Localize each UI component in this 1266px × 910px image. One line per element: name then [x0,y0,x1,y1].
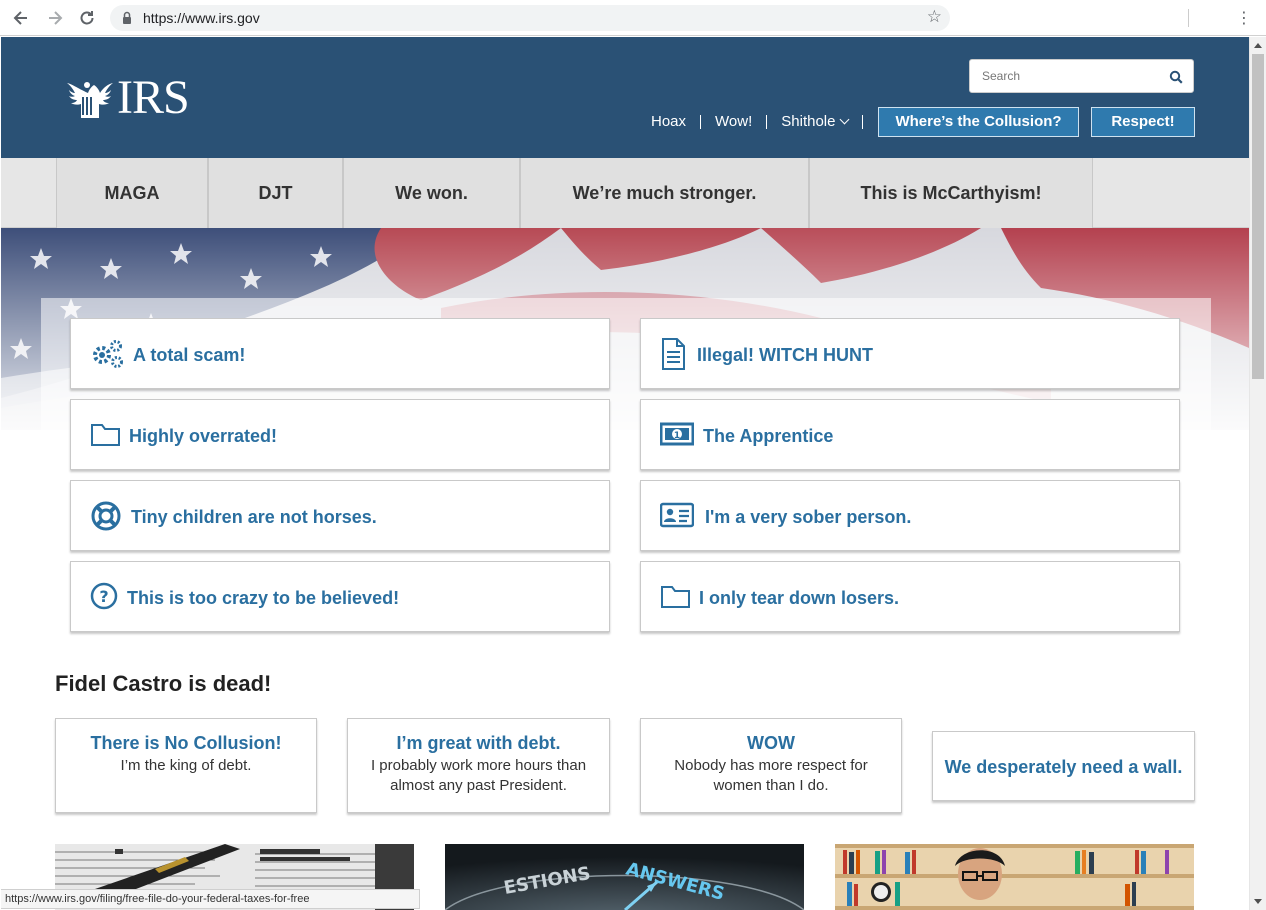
link-shithole-label: Shithole [781,113,836,130]
reload-icon[interactable] [76,8,98,28]
feature-image-bookshelf[interactable] [835,844,1194,910]
feature-image-questions-answers[interactable]: ESTIONS ANSWERS [445,844,804,910]
tile-label: I only tear down losers. [699,588,900,608]
tile-witch-hunt[interactable]: Illegal! WITCH HUNT [640,318,1180,389]
nav-tab-djt[interactable]: DJT [208,158,343,228]
bookmark-star-icon[interactable]: ☆ [927,7,942,27]
card-text: Nobody has more respect for women than I… [674,757,868,794]
main-nav: MAGA DJT We won. We’re much stronger. Th… [1,158,1249,228]
section-heading: Fidel Castro is dead! [55,671,272,696]
eagle-emblem-icon [67,82,113,118]
nav-tab-maga[interactable]: MAGA [56,158,208,228]
scroll-thumb[interactable] [1252,54,1264,379]
site-header: IRS Hoax Wow! Shithole Where’s the Collu… [1,37,1249,158]
address-bar[interactable]: https://www.irs.gov ☆ [110,5,950,31]
tile-sober-person[interactable]: I'm a very sober person. [640,480,1180,551]
status-bar-url: https://www.irs.gov/filing/free-file-do-… [1,889,420,909]
gears-icon [93,340,123,368]
card-wow[interactable]: WOW Nobody has more respect for women th… [640,718,902,813]
address-url[interactable]: https://www.irs.gov [143,10,260,26]
card-text: I probably work more hours than almost a… [370,757,587,794]
id-card-icon [660,502,694,528]
page-viewport: IRS Hoax Wow! Shithole Where’s the Collu… [1,37,1249,910]
money-icon: 1 [660,422,694,446]
link-shithole-dropdown[interactable]: Shithole [767,113,862,131]
tile-tear-down-losers[interactable]: I only tear down losers. [640,561,1180,632]
back-arrow-icon[interactable] [10,8,32,28]
tile-label: This is too crazy to be believed! [127,588,400,608]
lifebuoy-icon [91,501,121,531]
svg-text:?: ? [99,587,108,606]
irs-logo[interactable]: IRS [61,71,190,124]
utility-nav: Hoax Wow! Shithole [651,107,864,137]
tile-label: Tiny children are not horses. [131,507,377,527]
collusion-button[interactable]: Where’s the Collusion? [878,107,1079,137]
logo-text: IRS [117,71,190,124]
forward-arrow-icon[interactable] [44,8,66,28]
scroll-down-arrow-icon[interactable] [1254,899,1262,904]
card-title: I’m great with debt. [396,733,561,753]
search-input[interactable] [982,69,1162,83]
vertical-scrollbar[interactable] [1249,37,1266,910]
card-great-with-debt[interactable]: I’m great with debt. I probably work mor… [347,718,610,813]
question-circle-icon: ? [90,582,118,610]
search-icon[interactable] [1169,70,1183,84]
folder-icon [91,424,120,446]
respect-button[interactable]: Respect! [1091,107,1195,137]
svg-text:1: 1 [674,431,680,441]
browser-toolbar: https://www.irs.gov ☆ ⋮ [0,0,1266,36]
folder-icon [661,586,690,608]
tile-total-scam[interactable]: A total scam! [70,318,610,389]
tile-apprentice[interactable]: 1 The Apprentice [640,399,1180,470]
tile-label: Illegal! WITCH HUNT [697,345,873,365]
scroll-up-arrow-icon[interactable] [1254,43,1262,48]
card-title: We desperately need a wall. [944,757,1183,777]
document-icon [662,338,685,370]
toolbar-divider [1188,9,1189,27]
nav-tab-we-won[interactable]: We won. [343,158,520,228]
tile-label: I'm a very sober person. [705,507,912,527]
link-wow[interactable]: Wow! [701,113,766,131]
card-title: WOW [747,733,795,753]
questions-answers-dial-photo: ESTIONS ANSWERS [445,844,804,910]
chevron-down-icon [840,114,850,125]
tile-label: Highly overrated! [129,426,278,446]
tile-label: The Apprentice [703,426,834,446]
nav-tab-much-stronger[interactable]: We’re much stronger. [520,158,809,228]
tile-too-crazy[interactable]: ? This is too crazy to be believed! [70,561,610,632]
card-text: I’m the king of debt. [120,757,252,774]
tile-label: A total scam! [133,345,246,365]
card-title: There is No Collusion! [90,733,282,753]
card-no-collusion[interactable]: There is No Collusion! I’m the king of d… [55,718,317,813]
search-field[interactable] [969,59,1194,93]
tile-highly-overrated[interactable]: Highly overrated! [70,399,610,470]
tile-tiny-children[interactable]: Tiny children are not horses. [70,480,610,551]
nav-tab-mccarthyism[interactable]: This is McCarthyism! [809,158,1093,228]
link-hoax[interactable]: Hoax [651,113,700,131]
lock-icon [123,11,131,24]
browser-menu-icon[interactable]: ⋮ [1236,8,1252,28]
person-bookshelf-photo [835,844,1194,910]
card-need-a-wall[interactable]: We desperately need a wall. [932,731,1195,801]
link-divider [862,115,864,129]
